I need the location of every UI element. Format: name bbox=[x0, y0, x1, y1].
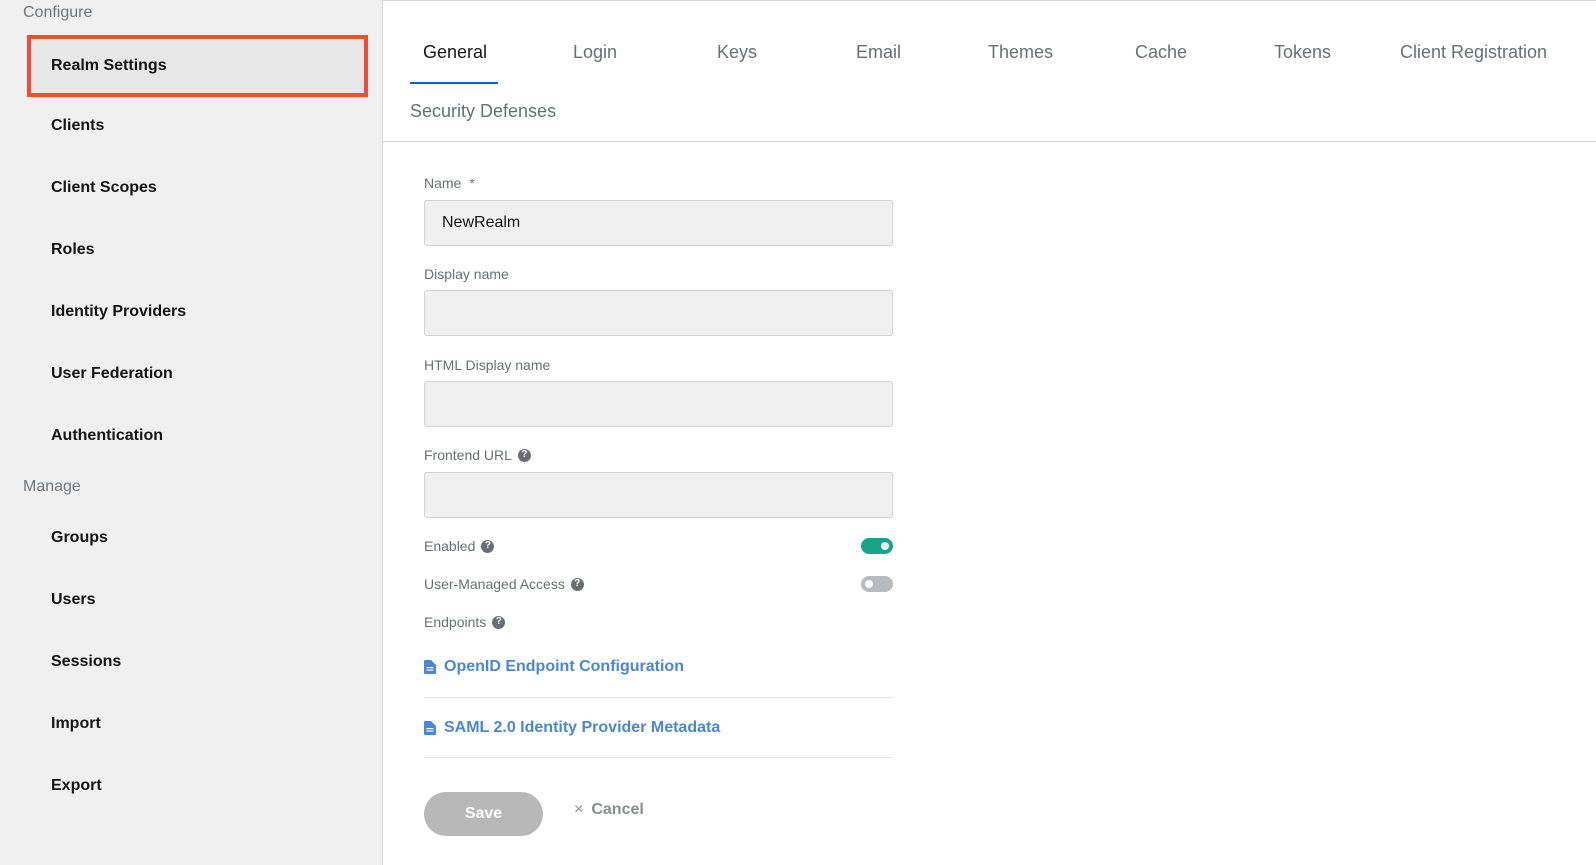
tab-email[interactable]: Email bbox=[856, 42, 901, 63]
sidebar-item-groups[interactable]: Groups bbox=[27, 507, 368, 569]
sidebar-item-roles[interactable]: Roles bbox=[27, 219, 368, 281]
sidebar-item-label: Groups bbox=[51, 529, 108, 546]
cancel-label: Cancel bbox=[591, 801, 644, 818]
sidebar-item-label: Users bbox=[51, 591, 96, 608]
openid-endpoint-label: OpenID Endpoint Configuration bbox=[444, 657, 684, 675]
endpoints-label: Endpoints ? bbox=[424, 614, 506, 630]
sidebar-item-export[interactable]: Export bbox=[27, 755, 368, 817]
tab-themes[interactable]: Themes bbox=[988, 42, 1053, 63]
saml-metadata-link[interactable]: SAML 2.0 Identity Provider Metadata bbox=[424, 697, 893, 758]
help-icon[interactable]: ? bbox=[517, 448, 531, 462]
sidebar-item-label: Export bbox=[51, 777, 102, 794]
sidebar: Configure Realm Settings Clients Client … bbox=[0, 0, 383, 865]
help-icon[interactable]: ? bbox=[481, 539, 495, 553]
section-title-configure: Configure bbox=[23, 4, 93, 21]
frontend-url-label: Frontend URL ? bbox=[424, 447, 531, 463]
close-icon: × bbox=[574, 801, 584, 818]
tab-login[interactable]: Login bbox=[573, 42, 617, 63]
name-label: Name * bbox=[424, 175, 475, 191]
sidebar-item-sessions[interactable]: Sessions bbox=[27, 631, 368, 693]
sidebar-item-import[interactable]: Import bbox=[27, 693, 368, 755]
sidebar-item-users[interactable]: Users bbox=[27, 569, 368, 631]
display-name-label: Display name bbox=[424, 266, 509, 282]
active-tab-indicator bbox=[410, 82, 498, 84]
sidebar-item-label: Authentication bbox=[51, 427, 163, 444]
save-button[interactable]: Save bbox=[424, 792, 543, 836]
sidebar-item-user-federation[interactable]: User Federation bbox=[27, 343, 368, 405]
sidebar-item-label: Roles bbox=[51, 241, 95, 258]
frontend-url-label-text: Frontend URL bbox=[424, 447, 512, 463]
tab-client-registration[interactable]: Client Registration bbox=[1400, 42, 1547, 63]
section-title-manage: Manage bbox=[23, 478, 81, 495]
sidebar-item-label: Realm Settings bbox=[51, 57, 167, 74]
sidebar-item-label: Clients bbox=[51, 117, 105, 134]
sidebar-item-clients[interactable]: Clients bbox=[27, 95, 368, 157]
toggle-knob bbox=[881, 542, 889, 550]
tab-keys[interactable]: Keys bbox=[717, 42, 757, 63]
html-display-name-field[interactable] bbox=[424, 381, 893, 427]
enabled-label-text: Enabled bbox=[424, 538, 476, 554]
tab-cache[interactable]: Cache bbox=[1135, 42, 1187, 63]
enabled-toggle[interactable] bbox=[861, 538, 893, 554]
html-display-name-label: HTML Display name bbox=[424, 357, 551, 373]
app-root: Configure Realm Settings Clients Client … bbox=[0, 0, 1596, 865]
cancel-button[interactable]: × Cancel bbox=[574, 801, 644, 819]
tab-tokens[interactable]: Tokens bbox=[1274, 42, 1331, 63]
sidebar-item-client-scopes[interactable]: Client Scopes bbox=[27, 157, 368, 219]
sidebar-item-label: Sessions bbox=[51, 653, 122, 670]
sidebar-item-label: User Federation bbox=[51, 365, 173, 382]
endpoints-label-text: Endpoints bbox=[424, 614, 487, 630]
name-field[interactable] bbox=[424, 200, 893, 246]
tab-security-defenses[interactable]: Security Defenses bbox=[410, 101, 556, 122]
name-label-text: Name bbox=[424, 175, 462, 191]
toggle-knob bbox=[865, 580, 873, 588]
document-icon bbox=[424, 720, 436, 735]
tab-bar: General Login Keys Email Themes Cache To… bbox=[383, 0, 1596, 142]
sidebar-item-label: Client Scopes bbox=[51, 179, 157, 196]
enabled-label: Enabled ? bbox=[424, 538, 495, 554]
user-managed-access-label-text: User-Managed Access bbox=[424, 576, 565, 592]
document-icon bbox=[424, 659, 436, 674]
frontend-url-field[interactable] bbox=[424, 472, 893, 518]
user-managed-access-toggle[interactable] bbox=[861, 576, 893, 592]
openid-endpoint-link[interactable]: OpenID Endpoint Configuration bbox=[424, 636, 893, 697]
required-marker: * bbox=[469, 175, 475, 191]
sidebar-item-realm-settings[interactable]: Realm Settings bbox=[27, 35, 368, 97]
sidebar-item-label: Identity Providers bbox=[51, 303, 187, 320]
saml-metadata-label: SAML 2.0 Identity Provider Metadata bbox=[444, 718, 721, 736]
main-content: General Login Keys Email Themes Cache To… bbox=[383, 0, 1596, 865]
tab-general[interactable]: General bbox=[423, 42, 487, 63]
sidebar-item-authentication[interactable]: Authentication bbox=[27, 405, 368, 467]
display-name-field[interactable] bbox=[424, 290, 893, 336]
user-managed-access-label: User-Managed Access ? bbox=[424, 576, 584, 592]
help-icon[interactable]: ? bbox=[570, 577, 584, 591]
help-icon[interactable]: ? bbox=[492, 615, 506, 629]
sidebar-item-label: Import bbox=[51, 715, 101, 732]
divider bbox=[424, 757, 893, 758]
sidebar-item-identity-providers[interactable]: Identity Providers bbox=[27, 281, 368, 343]
